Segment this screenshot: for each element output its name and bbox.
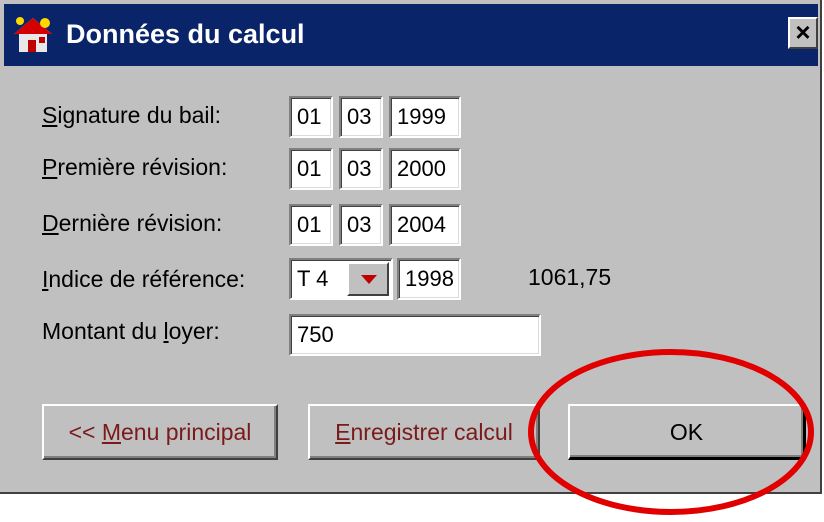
last-revision-day-input[interactable]: 01 [289,204,333,246]
reference-index-label: Indice de référence: [42,266,246,292]
house-icon [14,17,52,52]
first-revision-year-input[interactable]: 2000 [389,148,461,190]
close-icon: × [795,17,811,47]
first-revision-month-input[interactable]: 03 [339,148,383,190]
window-title: Données du calcul [66,19,305,49]
signature-year-input[interactable]: 1999 [389,96,461,138]
signature-label: Signature du bail: [42,102,222,128]
title-bar[interactable]: Données du calcul × [4,4,818,66]
first-revision-label: Première révision: [42,154,228,180]
rent-amount-input[interactable]: 750 [289,314,541,356]
close-button[interactable]: × [788,17,818,49]
signature-day-input[interactable]: 01 [289,96,333,138]
first-revision-day-input[interactable]: 01 [289,148,333,190]
reference-index-value: 1061,75 [528,264,612,290]
quarter-select-value: T 4 [297,266,329,291]
save-calculation-button[interactable]: Enregistrer calcul [308,404,540,460]
ok-button[interactable]: OK [568,404,806,460]
main-menu-button[interactable]: << Menu principal [42,404,278,460]
quarter-select[interactable]: T 4 [289,258,393,300]
last-revision-label: Dernière révision: [42,210,223,236]
reference-year-input[interactable]: 1998 [397,258,461,300]
rent-label: Montant du loyer: [42,318,220,344]
last-revision-month-input[interactable]: 03 [339,204,383,246]
chevron-down-icon[interactable] [347,262,389,296]
signature-month-input[interactable]: 03 [339,96,383,138]
last-revision-year-input[interactable]: 2004 [389,204,461,246]
dialog-window: Données du calcul × Signature du bail: 0… [0,0,822,494]
